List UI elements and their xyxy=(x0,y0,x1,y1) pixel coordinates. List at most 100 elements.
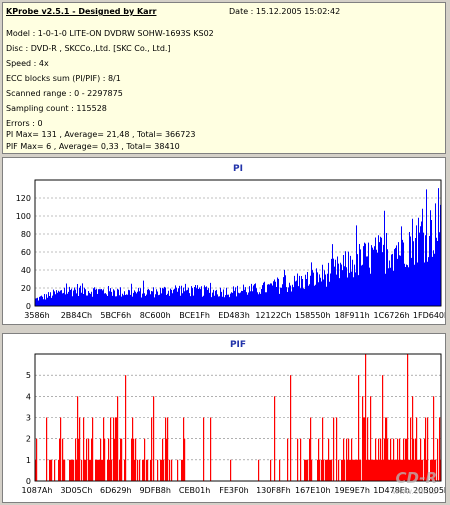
pif-bar xyxy=(360,459,362,481)
pif-bar xyxy=(60,417,62,481)
y-tick-label: 0 xyxy=(26,302,31,311)
app-title: KProbe v2.5.1 - Designed by Karr xyxy=(6,7,157,16)
pif-bar xyxy=(171,459,173,481)
x-tick-label: 20B005h xyxy=(413,486,446,495)
speed-line: Speed : 4x xyxy=(6,59,49,68)
pif-bar xyxy=(157,459,159,481)
x-tick-label: 130F8Fh xyxy=(256,486,291,495)
pif-bar xyxy=(92,417,94,481)
pif-bar xyxy=(336,417,338,481)
x-tick-label: 167E10h xyxy=(295,486,331,495)
pif-bar xyxy=(307,459,309,481)
pif-bar xyxy=(270,459,272,481)
pif-bar xyxy=(323,459,325,481)
pif-bar xyxy=(153,396,155,481)
model-line: Model : 1-0-1-0 LITE-ON DVDRW SOHW-1693S… xyxy=(6,29,214,38)
y-tick-label: 60 xyxy=(21,248,31,257)
y-tick-label: 0 xyxy=(26,477,31,486)
pif-bar xyxy=(344,459,346,481)
pif-bar xyxy=(435,459,437,481)
pif-bar xyxy=(169,459,171,481)
x-tick-label: BCE1Fh xyxy=(179,311,210,320)
pif-bar xyxy=(64,459,66,481)
pif-bar xyxy=(81,459,83,481)
x-tick-label: CEB01h xyxy=(179,486,210,495)
pif-bar xyxy=(151,417,153,481)
y-tick-label: 120 xyxy=(16,194,31,203)
pif-bar xyxy=(147,459,149,481)
pif-bar xyxy=(287,438,289,481)
x-tick-label: 1087Ah xyxy=(22,486,53,495)
pif-bar xyxy=(300,438,302,481)
y-tick-label: 4 xyxy=(26,392,31,401)
pif-bar xyxy=(274,396,276,481)
pif-bar xyxy=(297,438,299,481)
pif-bar xyxy=(184,438,186,481)
y-tick-label: 2 xyxy=(26,435,31,444)
chart-title: PIF xyxy=(230,340,246,350)
range-line: Scanned range : 0 - 2297875 xyxy=(6,89,123,98)
x-tick-label: 1FD640h xyxy=(413,311,446,320)
pif-bar xyxy=(279,459,281,481)
pif-bar xyxy=(319,459,321,481)
x-tick-label: 3586h xyxy=(24,311,49,320)
pif-bar xyxy=(210,417,212,481)
pif-bar xyxy=(135,438,137,481)
pi-stats-line: PI Max= 131 , Average= 21,48 , Total= 36… xyxy=(6,130,196,139)
pif-bar xyxy=(163,459,165,481)
y-tick-label: 20 xyxy=(21,284,31,293)
errors-line: Errors : 0 xyxy=(6,119,43,128)
pif-chart: PIF 0 1 2 3 4 5 1087Ah 3D05Ch 6D629h 9DFB8h CEB01h F… xyxy=(22,340,446,495)
pif-bar xyxy=(203,417,205,481)
pif-bar xyxy=(144,438,146,481)
y-tick-label: 3 xyxy=(26,414,31,423)
pif-bar xyxy=(311,459,313,481)
pif-bar xyxy=(54,459,56,481)
pif-bar xyxy=(117,396,119,481)
y-tick-label: 5 xyxy=(26,371,31,380)
pif-bar xyxy=(51,459,53,481)
pif-bar xyxy=(290,375,292,481)
x-tick-label: 19E9E7h xyxy=(334,486,370,495)
x-tick-label: 5BCF6h xyxy=(100,311,131,320)
pif-chart-panel: PIF 0 1 2 3 4 5 1087Ah 3D05Ch 6D629h 9DFB8h CEB01h F… xyxy=(2,333,446,503)
y-tick-label: 100 xyxy=(16,212,31,221)
x-tick-label: 2B84Ch xyxy=(61,311,92,320)
x-tick-label: 12122Ch xyxy=(255,311,291,320)
disc-line: Disc : DVD-R , SKCCo.,Ltd. [SKC Co., Ltd… xyxy=(6,44,171,53)
pif-bar xyxy=(104,438,106,481)
pif-bar xyxy=(437,438,439,481)
y-tick-label: 80 xyxy=(21,230,31,239)
pif-stats-line: PIF Max= 6 , Average= 0,33 , Total= 3841… xyxy=(6,142,180,151)
sampling-line: Sampling count : 115528 xyxy=(6,104,107,113)
x-tick-label: 9DFB8h xyxy=(139,486,171,495)
x-tick-label: 1D478Eh xyxy=(373,486,410,495)
x-tick-label: 6D629h xyxy=(100,486,132,495)
pif-bar xyxy=(36,438,38,481)
x-tick-label: 1C6726h xyxy=(374,311,410,320)
pif-bar xyxy=(125,375,127,481)
x-tick-label: 158550h xyxy=(295,311,331,320)
pif-bar xyxy=(137,459,139,481)
pif-bar xyxy=(139,459,141,481)
pif-bar xyxy=(177,459,179,481)
pif-bar xyxy=(427,417,429,481)
pif-bar xyxy=(79,417,81,481)
pi-chart: PI 0 20 40 60 80 100 120 3586h 2B84Ch 5BCF6h 8C600h… xyxy=(16,164,446,320)
pi-chart-panel: PI 0 20 40 60 80 100 120 3586h 2B84Ch 5BCF6h 8C600h… xyxy=(2,157,446,325)
pif-bar xyxy=(121,438,123,481)
pif-bar xyxy=(86,438,88,481)
pif-bar xyxy=(111,459,113,481)
ecc-line: ECC blocks sum (PI/PIF) : 8/1 xyxy=(6,74,121,83)
scan-date: Date : 15.12.2005 15:02:42 xyxy=(229,7,341,16)
y-tick-label: 1 xyxy=(26,456,31,465)
pif-bar xyxy=(258,459,260,481)
pif-bar xyxy=(331,459,333,481)
x-tick-label: FE3F0h xyxy=(219,486,249,495)
pif-bar xyxy=(338,459,340,481)
pif-bar xyxy=(167,417,169,481)
x-tick-label: 18F911h xyxy=(335,311,370,320)
pif-bar xyxy=(73,459,75,481)
x-tick-label: 8C600h xyxy=(140,311,171,320)
pif-bar xyxy=(230,459,232,481)
